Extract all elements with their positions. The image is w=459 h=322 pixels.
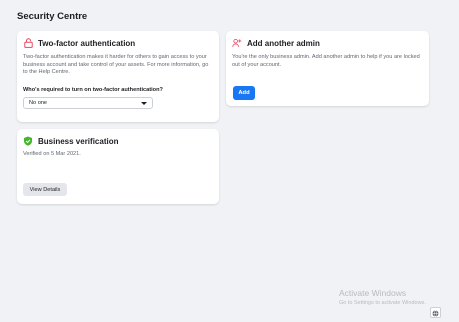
business-verification-title: Business verification [38,136,119,146]
add-admin-header: Add another admin [232,38,320,48]
verification-status: Verified on 5 Mar 2021. [23,151,81,157]
verified-shield-icon [23,136,33,146]
chevron-down-icon [141,101,147,105]
globe-icon [432,304,439,322]
selected-option: No one [29,100,48,106]
add-admin-title: Add another admin [247,38,320,48]
add-admin-card: Add another admin You're the only busine… [226,31,429,106]
two-factor-title: Two-factor authentication [38,38,136,48]
watermark-subtitle: Go to Settings to activate Windows. [339,300,426,306]
watermark-title: Activate Windows [339,288,407,298]
two-factor-question: Who's required to turn on two-factor aut… [23,87,163,93]
add-admin-button[interactable]: Add [233,86,255,100]
globe-button[interactable] [430,307,441,318]
activate-windows-watermark: Activate Windows Go to Settings to activ… [339,288,426,306]
two-factor-requirement-select[interactable]: No one [23,97,153,109]
lock-icon [23,38,33,48]
add-admin-description: You're the only business admin. Add anot… [232,54,420,68]
business-verification-header: Business verification [23,136,118,146]
two-factor-description: Two-factor authentication makes it harde… [23,54,209,76]
business-verification-card: Business verification Verified on 5 Mar … [17,129,219,204]
two-factor-header: Two-factor authentication [23,38,135,48]
page-title: Security Centre [17,11,88,22]
add-user-icon [232,38,242,48]
two-factor-card: Two-factor authentication Two-factor aut… [17,31,219,122]
view-details-button[interactable]: View Details [23,183,67,196]
